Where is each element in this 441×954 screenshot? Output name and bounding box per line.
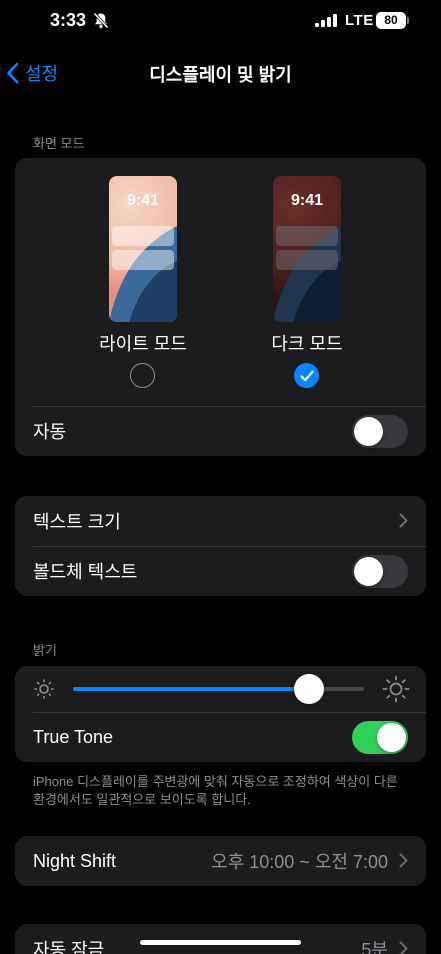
dark-mode-radio[interactable]	[294, 363, 319, 388]
light-mode-preview[interactable]: 9:41	[109, 176, 177, 322]
auto-appearance-label: 자동	[33, 422, 67, 442]
bold-text-row: 볼드체 텍스트	[15, 546, 426, 596]
dark-preview-card	[276, 250, 338, 270]
text-size-row[interactable]: 텍스트 크기	[15, 496, 426, 546]
auto-appearance-toggle[interactable]	[352, 415, 408, 448]
auto-lock-label: 자동 잠금	[33, 940, 105, 954]
text-size-label: 텍스트 크기	[33, 512, 121, 532]
chevron-right-icon	[399, 853, 408, 868]
brightness-slider-row	[15, 666, 426, 712]
sun-large-icon	[382, 675, 410, 703]
auto-lock-value: 5분	[361, 940, 388, 954]
night-shift-group: Night Shift 오후 10:00 ~ 오전 7:00	[15, 836, 426, 886]
cellular-signal-icon	[315, 14, 337, 32]
chevron-right-icon	[399, 941, 408, 954]
night-shift-row[interactable]: Night Shift 오후 10:00 ~ 오전 7:00	[15, 836, 426, 886]
true-tone-label: True Tone	[33, 726, 114, 747]
text-settings-group: 텍스트 크기 볼드체 텍스트	[15, 496, 426, 596]
sun-small-icon	[34, 679, 54, 699]
true-tone-row: True Tone	[15, 712, 426, 762]
silent-mode-icon	[93, 12, 109, 34]
light-preview-card	[112, 250, 174, 270]
dark-preview-card	[276, 226, 338, 246]
network-type: LTE	[345, 12, 374, 29]
auto-lock-row[interactable]: 자동 잠금 5분	[15, 924, 426, 954]
auto-lock-group: 자동 잠금 5분	[15, 924, 426, 954]
battery-tip	[407, 17, 409, 24]
page-title: 디스플레이 및 밝기	[149, 65, 292, 85]
brightness-slider[interactable]	[73, 674, 364, 704]
appearance-picker: 9:41 9:41 라이트 모드 다크 모드	[15, 158, 426, 406]
chevron-right-icon	[399, 513, 408, 528]
home-indicator[interactable]	[140, 940, 301, 945]
true-tone-toggle[interactable]	[352, 721, 408, 754]
checkmark-icon	[299, 370, 314, 381]
brightness-group: True Tone	[15, 666, 426, 762]
light-preview-time: 9:41	[126, 192, 160, 209]
navigation-bar: 설정 디스플레이 및 밝기	[0, 50, 441, 94]
status-bar: 3:33 LTE 80	[0, 0, 441, 44]
night-shift-label: Night Shift	[33, 850, 117, 871]
night-shift-value: 오후 10:00 ~ 오전 7:00	[211, 852, 388, 872]
brightness-slider-fill	[73, 687, 309, 691]
bold-text-label: 볼드체 텍스트	[33, 562, 138, 582]
dark-mode-label: 다크 모드	[271, 334, 343, 354]
light-preview-card	[112, 226, 174, 246]
bold-text-toggle[interactable]	[352, 555, 408, 588]
dark-mode-preview[interactable]: 9:41	[273, 176, 341, 322]
light-mode-label: 라이트 모드	[99, 334, 187, 354]
appearance-group: 9:41 9:41 라이트 모드 다크 모드 자동	[15, 158, 426, 456]
brightness-header: 밝기	[33, 643, 57, 658]
auto-appearance-row: 자동	[15, 406, 426, 456]
status-time: 3:33	[50, 10, 87, 30]
brightness-slider-thumb[interactable]	[293, 674, 324, 704]
true-tone-footnote: iPhone 디스플레이를 주변광에 맞춰 자동으로 조정하여 색상이 다른 환…	[33, 774, 398, 807]
dark-preview-time: 9:41	[290, 192, 324, 209]
battery-icon: 80	[376, 12, 406, 29]
light-mode-radio[interactable]	[130, 363, 155, 388]
appearance-header: 화면 모드	[33, 136, 85, 151]
